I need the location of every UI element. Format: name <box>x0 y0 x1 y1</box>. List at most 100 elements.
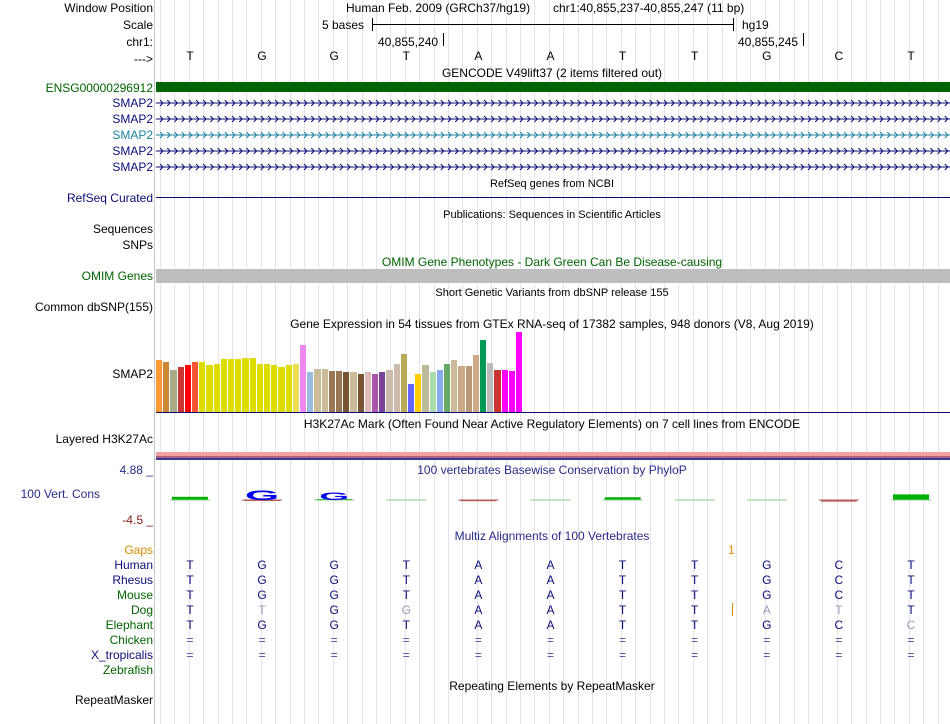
alignment-base: T <box>186 603 194 617</box>
alignment-base: T <box>402 588 410 602</box>
alignment-base: C <box>834 573 844 587</box>
alignment-base: T <box>402 558 410 572</box>
species-label[interactable]: X_tropicalis <box>91 648 153 662</box>
alignment-base: G <box>762 618 772 632</box>
gtex-tissue-bar[interactable] <box>508 371 515 412</box>
gtex-tissue-bar[interactable] <box>516 332 523 412</box>
gtex-tissue-bar[interactable] <box>364 372 371 412</box>
gtex-tissue-bar[interactable] <box>307 372 314 412</box>
track-label-h3k27ac[interactable]: Layered H3K27Ac <box>56 432 153 446</box>
gtex-tissue-bar[interactable] <box>228 359 235 412</box>
track-label-gaps: Gaps <box>124 543 153 557</box>
base-sequence-row: TGGTAATTGCT <box>0 49 950 65</box>
gtex-tissue-bar[interactable] <box>220 359 227 412</box>
scale-db: hg19 <box>742 18 769 32</box>
gtex-tissue-bar[interactable] <box>206 365 213 412</box>
gtex-tissue-bar[interactable] <box>393 364 400 412</box>
gtex-tissue-bar[interactable] <box>501 370 508 412</box>
alignment-base: = <box>619 633 627 647</box>
alignment-base: C <box>834 588 844 602</box>
base-letter: T <box>618 49 627 63</box>
gtex-tissue-bar[interactable] <box>177 367 184 412</box>
base-letter: T <box>907 49 915 63</box>
gtex-tissue-bar[interactable] <box>328 371 335 412</box>
species-label[interactable]: Mouse <box>117 588 153 602</box>
gencode-gene-bar[interactable] <box>156 82 950 92</box>
coord-tick-2 <box>803 33 804 46</box>
alignment-base: T <box>618 558 627 572</box>
species-label[interactable]: Rhesus <box>112 573 153 587</box>
gtex-tissue-bar[interactable] <box>422 365 429 412</box>
track-label-snps[interactable]: SNPs <box>122 238 153 252</box>
gtex-tissue-bar[interactable] <box>372 374 379 412</box>
position-text: chr1:40,855,237-40,855,247 (11 bp) <box>553 1 745 15</box>
base-letter: T <box>691 49 699 63</box>
gtex-tissue-bar[interactable] <box>163 362 170 412</box>
gtex-tissue-bar[interactable] <box>444 364 451 412</box>
gtex-tissue-bar[interactable] <box>472 355 479 412</box>
base-letter: T <box>402 49 410 63</box>
gtex-tissue-bar[interactable] <box>343 372 350 412</box>
phylop-plot[interactable]: GG <box>0 480 950 520</box>
gtex-tissue-bar[interactable] <box>292 364 299 412</box>
gtex-tissue-bar[interactable] <box>264 364 271 412</box>
gtex-tissue-bar[interactable] <box>184 365 191 412</box>
alignment-base: T <box>907 558 915 572</box>
scale-bar <box>372 24 734 25</box>
track-label-gencode-gene[interactable]: ENSG00000296912 <box>46 81 153 95</box>
gtex-tissue-bar[interactable] <box>285 365 292 412</box>
gtex-tissue-bar[interactable] <box>278 367 285 412</box>
alignment-base: G <box>329 618 339 632</box>
gtex-tissue-bar[interactable] <box>242 358 249 412</box>
coord-label-1: 40,855,240 <box>378 35 439 49</box>
species-label[interactable]: Elephant <box>106 618 153 632</box>
track-label-repeatmasker[interactable]: RepeatMasker <box>75 693 153 707</box>
omim-gene-bar[interactable] <box>156 269 950 283</box>
gtex-tissue-bar[interactable] <box>357 374 364 412</box>
gtex-tissue-bar[interactable] <box>321 369 328 412</box>
gtex-tissue-bar[interactable] <box>480 340 487 412</box>
alignment-base: T <box>186 558 194 572</box>
track-label-gtex[interactable]: SMAP2 <box>112 367 153 381</box>
gtex-tissue-bar[interactable] <box>271 365 278 412</box>
gtex-tissue-bar[interactable] <box>300 345 307 412</box>
gtex-tissue-bar[interactable] <box>451 360 458 412</box>
gtex-tissue-bar[interactable] <box>156 360 163 412</box>
gtex-tissue-bar[interactable] <box>192 362 199 412</box>
gtex-bar-chart[interactable] <box>156 330 950 412</box>
gtex-tissue-bar[interactable] <box>458 366 465 412</box>
gtex-tissue-bar[interactable] <box>235 359 242 412</box>
gtex-tissue-bar[interactable] <box>249 358 256 412</box>
species-label[interactable]: Chicken <box>110 633 153 647</box>
gtex-tissue-bar[interactable] <box>379 372 386 412</box>
gtex-tissue-bar[interactable] <box>336 371 343 412</box>
gtex-tissue-bar[interactable] <box>199 362 206 412</box>
alignment-base: G <box>762 588 772 602</box>
gtex-tissue-bar[interactable] <box>256 364 263 412</box>
track-label-dbsnp[interactable]: Common dbSNP(155) <box>35 300 153 314</box>
gtex-tissue-bar[interactable] <box>429 372 436 412</box>
species-label[interactable]: Dog <box>131 603 153 617</box>
gtex-tissue-bar[interactable] <box>350 372 357 412</box>
refseq-line[interactable] <box>156 197 950 198</box>
gtex-tissue-bar[interactable] <box>408 384 415 412</box>
alignment-base: = <box>835 633 843 647</box>
gtex-tissue-bar[interactable] <box>213 364 220 412</box>
species-label[interactable]: Zebrafish <box>103 663 153 677</box>
species-label[interactable]: Human <box>114 558 153 572</box>
gtex-tissue-bar[interactable] <box>436 370 443 412</box>
gtex-tissue-bar[interactable] <box>494 370 501 412</box>
track-label-publications[interactable]: Sequences <box>93 222 153 236</box>
alignment-base: C <box>834 618 844 632</box>
track-label-omim[interactable]: OMIM Genes <box>82 269 153 283</box>
gtex-tissue-bar[interactable] <box>170 370 177 412</box>
alignment-base: C <box>834 558 844 572</box>
gtex-tissue-bar[interactable] <box>465 366 472 412</box>
gtex-tissue-bar[interactable] <box>400 354 407 412</box>
gtex-tissue-bar[interactable] <box>415 374 422 412</box>
gtex-tissue-bar[interactable] <box>487 363 494 412</box>
gtex-tissue-bar[interactable] <box>386 370 393 412</box>
alignment-base: T <box>186 588 194 602</box>
h3k27ac-signal-3[interactable] <box>156 458 950 460</box>
gtex-tissue-bar[interactable] <box>314 369 321 412</box>
